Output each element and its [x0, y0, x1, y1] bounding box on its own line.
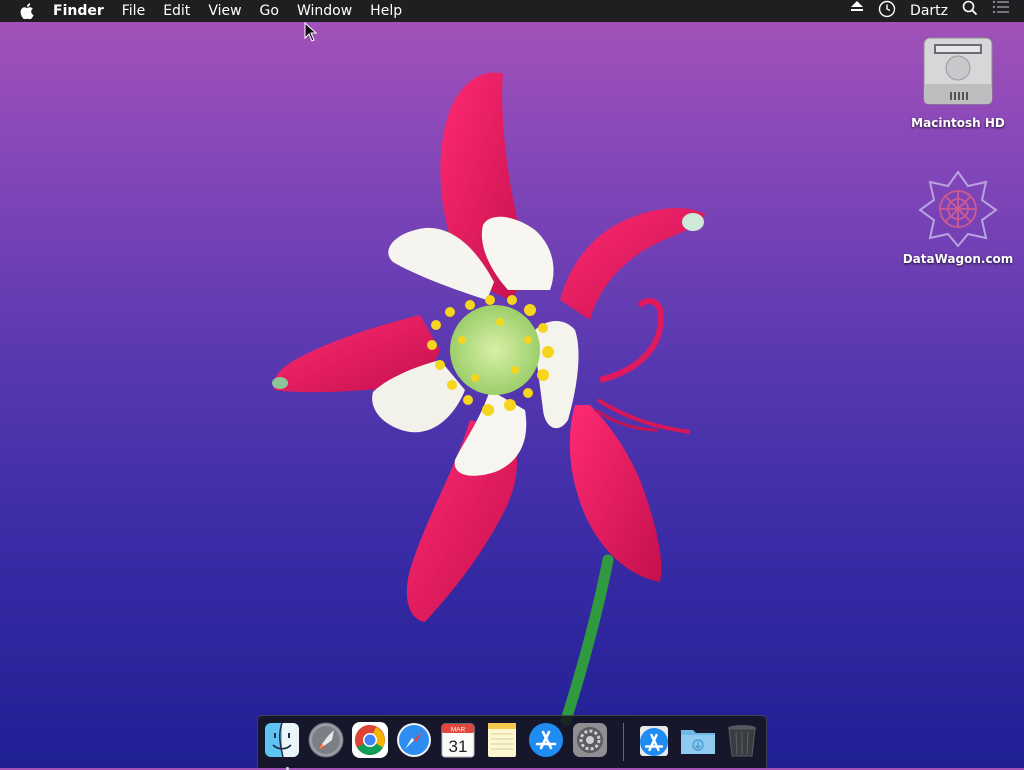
downloads-folder-icon	[681, 730, 715, 754]
dock-launchpad[interactable]	[306, 720, 346, 760]
dock-app-store[interactable]	[526, 720, 566, 760]
dock-system-preferences[interactable]	[570, 720, 610, 760]
dock-trash[interactable]	[722, 720, 762, 760]
chrome-icon	[352, 722, 388, 758]
user-name[interactable]: Dartz	[910, 0, 948, 22]
mouse-cursor-icon	[304, 22, 318, 42]
desktop-icon-datawagon[interactable]: DataWagon.com	[903, 168, 1013, 266]
desktop-icon-label: Macintosh HD	[911, 116, 1005, 130]
safari-icon	[397, 723, 431, 757]
calendar-month: MAR	[451, 727, 466, 734]
menu-edit[interactable]: Edit	[154, 0, 199, 22]
calendar-icon: MAR 31	[441, 723, 475, 758]
desktop-icon-label: DataWagon.com	[902, 252, 1014, 266]
menu-go[interactable]: Go	[251, 0, 288, 22]
app-store-installer-icon	[640, 726, 668, 756]
apple-logo-icon[interactable]	[0, 0, 44, 22]
system-preferences-icon	[573, 723, 607, 757]
hard-drive-icon	[923, 37, 993, 105]
dock: MAR 31	[257, 715, 767, 770]
spotlight-search-icon[interactable]	[962, 0, 978, 22]
network-volume-icon	[918, 170, 998, 248]
dock-chrome[interactable]	[350, 720, 390, 760]
dock-separator	[623, 723, 624, 761]
finder-icon	[265, 722, 299, 758]
dock-calendar[interactable]: MAR 31	[438, 720, 478, 760]
dock-safari[interactable]	[394, 720, 434, 760]
menu-window[interactable]: Window	[288, 0, 361, 22]
dock-finder[interactable]	[262, 720, 302, 770]
dock-downloads[interactable]	[678, 720, 718, 760]
desktop-icon-macintosh-hd[interactable]: Macintosh HD	[903, 32, 1013, 130]
menu-help[interactable]: Help	[361, 0, 411, 22]
menu-file[interactable]: File	[113, 0, 154, 22]
notification-center-icon[interactable]	[992, 0, 1010, 22]
menu-view[interactable]: View	[199, 0, 250, 22]
dock-notes[interactable]	[482, 720, 522, 760]
eject-icon[interactable]	[850, 0, 864, 22]
launchpad-icon	[308, 722, 344, 758]
menu-bar: Finder File Edit View Go Window Help Dar…	[0, 0, 1024, 22]
menu-app-name[interactable]: Finder	[44, 0, 113, 22]
clock-icon[interactable]	[878, 0, 896, 22]
notes-icon	[488, 723, 516, 757]
trash-icon	[728, 725, 756, 757]
wallpaper-flower	[272, 72, 705, 726]
dock-install-app[interactable]	[634, 720, 674, 760]
calendar-day: 31	[449, 737, 468, 756]
app-store-icon	[529, 723, 563, 757]
